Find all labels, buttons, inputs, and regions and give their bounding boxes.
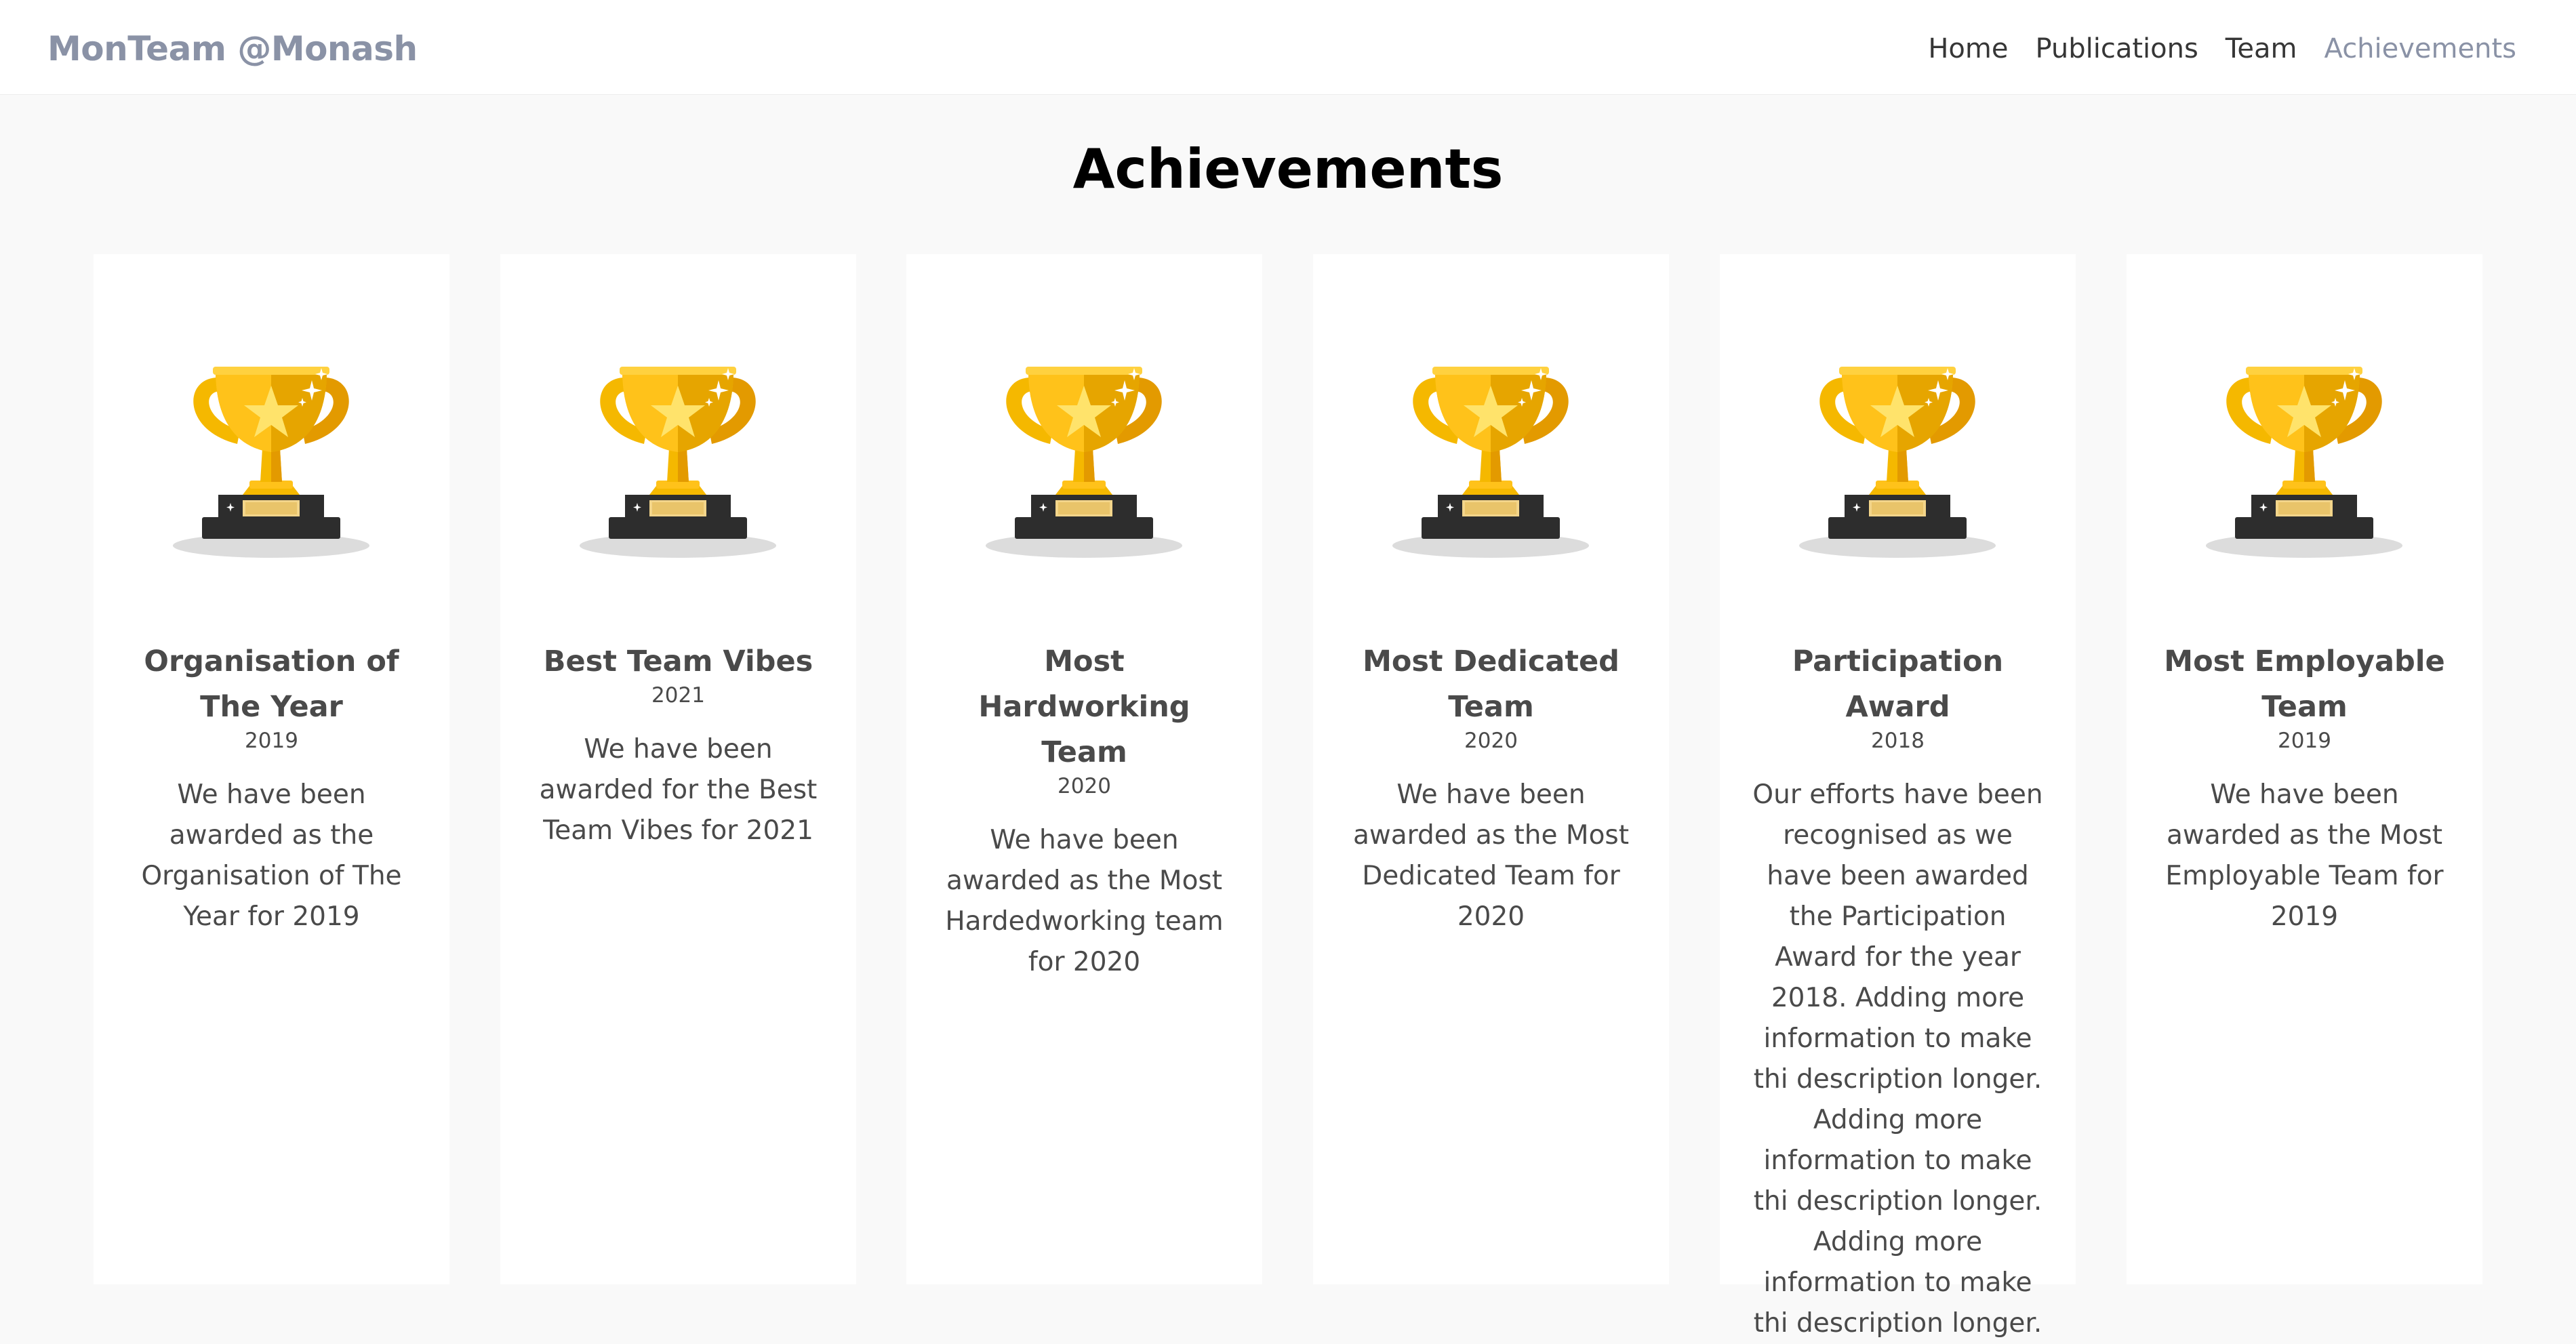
trophy-icon	[982, 335, 1186, 559]
card-description: We have been awarded as the Most Employa…	[2165, 779, 2444, 932]
nav-link-publications[interactable]: Publications	[2035, 33, 2198, 64]
trophy-icon	[2202, 335, 2406, 559]
nav-links: Home Publications Team Achievements	[1901, 26, 2516, 72]
achievement-card: Most Dedicated Team 2020 We have been aw…	[1313, 254, 1669, 1284]
card-body: Most Employable Team 2019 We have been a…	[2156, 639, 2453, 937]
achievement-card: Organisation of The Year 2019 We have be…	[94, 254, 449, 1284]
card-body: Participation Award 2018 Our efforts hav…	[1750, 639, 2046, 1344]
achievement-card: Most Hardworking Team 2020 We have been …	[906, 254, 1262, 1284]
card-description: We have been awarded as the Most Dedicat…	[1352, 779, 1630, 932]
achievement-card: Participation Award 2018 Our efforts hav…	[1720, 254, 2076, 1339]
card-body: Most Hardworking Team 2020 We have been …	[936, 639, 1232, 983]
card-year: 2019	[245, 729, 298, 753]
trophy-icon	[1796, 335, 1999, 559]
card-year: 2020	[1058, 774, 1111, 798]
card-description: Our efforts have been recognised as we h…	[1752, 779, 2043, 1339]
card-title: Participation Award	[1792, 645, 2004, 724]
achievement-card: Most Employable Team 2019 We have been a…	[2127, 254, 2482, 1284]
card-description: We have been awarded as the Organisation…	[141, 779, 402, 932]
card-body: Best Team Vibes 2021 We have been awarde…	[530, 639, 826, 851]
card-title: Most Dedicated Team	[1363, 645, 1619, 724]
trophy-icon	[1389, 335, 1592, 559]
page-title: Achievements	[1072, 138, 1504, 201]
navbar: MonTeam @Monash Home Publications Team A…	[0, 0, 2576, 95]
card-year: 2021	[651, 683, 705, 708]
card-title: Best Team Vibes	[543, 645, 813, 678]
card-title: Most Employable Team	[2164, 645, 2445, 724]
card-title: Organisation of The Year	[144, 645, 399, 724]
brand-logo[interactable]: MonTeam @Monash	[47, 26, 418, 72]
card-description: We have been awarded for the Best Team V…	[539, 734, 818, 846]
card-description: We have been awarded as the Most Hardedw…	[945, 825, 1224, 977]
nav-link-team[interactable]: Team	[2226, 33, 2297, 64]
trophy-icon	[169, 335, 373, 559]
trophy-icon	[576, 335, 780, 559]
card-body: Most Dedicated Team 2020 We have been aw…	[1343, 639, 1639, 937]
card-body: Organisation of The Year 2019 We have be…	[123, 639, 420, 937]
card-title: Most Hardworking Team	[978, 645, 1190, 769]
achievement-card: Best Team Vibes 2021 We have been awarde…	[500, 254, 856, 1284]
card-year: 2018	[1871, 729, 1925, 753]
card-year: 2020	[1464, 729, 1518, 753]
achievement-cards: Organisation of The Year 2019 We have be…	[0, 254, 2576, 1339]
card-year: 2019	[2278, 729, 2331, 753]
nav-link-achievements[interactable]: Achievements	[2325, 33, 2516, 64]
nav-link-home[interactable]: Home	[1928, 33, 2008, 64]
